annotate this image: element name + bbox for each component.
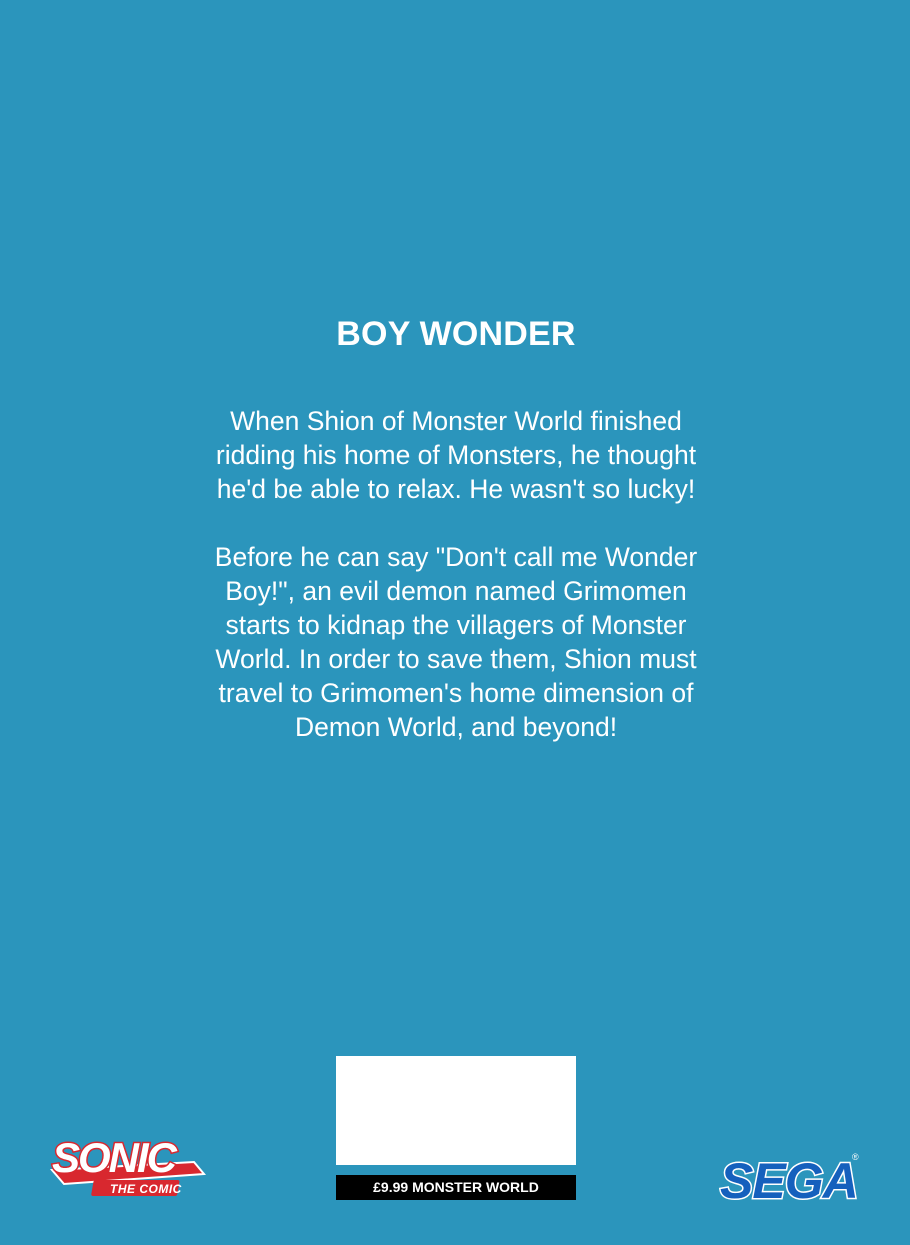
svg-text:THE COMIC: THE COMIC xyxy=(110,1182,182,1196)
blurb-area: BOY WONDER When Shion of Monster World f… xyxy=(200,312,712,778)
sonic-the-comic-logo: SONIC THE COMIC xyxy=(49,1133,207,1196)
svg-text:®: ® xyxy=(852,1152,859,1162)
svg-text:SONIC: SONIC xyxy=(52,1134,178,1181)
blurb-paragraph-2: Before he can say "Don't call me Wonder … xyxy=(214,542,698,742)
blurb-paragraph-1: When Shion of Monster World finished rid… xyxy=(215,406,697,504)
page-title: BOY WONDER xyxy=(336,315,576,353)
barcode-area xyxy=(336,1056,576,1165)
svg-text:SEGA: SEGA xyxy=(720,1153,858,1204)
sega-logo: SEGA ® xyxy=(719,1152,861,1205)
price-label: £9.99 MONSTER WORLD xyxy=(336,1175,576,1200)
